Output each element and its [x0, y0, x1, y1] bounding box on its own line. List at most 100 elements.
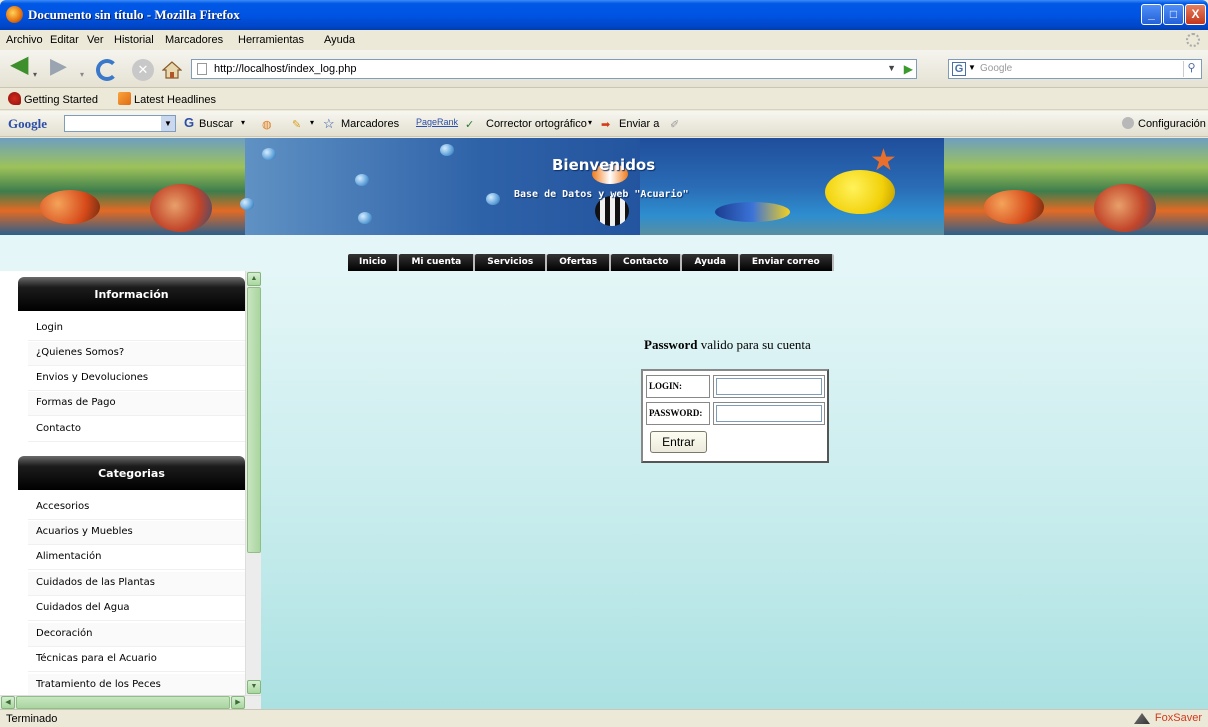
buscar-dropdown-icon[interactable]: ▾: [241, 118, 245, 127]
sidebar-item-tecnicas[interactable]: Técnicas para el Acuario: [28, 648, 245, 672]
menu-editar[interactable]: Editar: [50, 34, 79, 46]
banner-reef-image: ★: [640, 138, 944, 235]
url-dropdown-icon[interactable]: ▼: [887, 63, 896, 73]
banner-left-image: [0, 138, 245, 235]
google-engine-icon[interactable]: G: [952, 62, 966, 76]
sidebar-item-plantas[interactable]: Cuidados de las Plantas: [28, 572, 245, 596]
sidebar-item-alimentacion[interactable]: Alimentación: [28, 546, 245, 570]
google-logo[interactable]: Google: [8, 116, 47, 132]
status-bar: Terminado FoxSaver: [0, 709, 1208, 727]
google-search-input[interactable]: ▼: [64, 115, 176, 132]
password-input[interactable]: [716, 405, 822, 422]
tab-contacto[interactable]: Contacto: [611, 254, 683, 271]
login-label: LOGIN:: [646, 375, 710, 398]
enviar-button[interactable]: Enviar a: [619, 118, 659, 130]
scroll-down-icon[interactable]: ▼: [247, 680, 261, 694]
spellcheck-icon[interactable]: ✓: [465, 118, 474, 131]
engine-dropdown-icon[interactable]: ▼: [968, 63, 976, 72]
scrollbar-thumb[interactable]: [16, 696, 230, 709]
sidebar-vertical-scrollbar[interactable]: ▲ ▼: [245, 271, 261, 695]
sidebar: Información Login ¿Quienes Somos? Envios…: [0, 271, 245, 695]
minimize-button[interactable]: _: [1141, 4, 1162, 25]
popup-blocker-icon[interactable]: ◍: [262, 118, 272, 131]
page-content: ★ Bienvenidos Base de Datos y web "Acuar…: [0, 138, 1208, 709]
tab-ofertas[interactable]: Ofertas: [547, 254, 612, 271]
chevron-down-icon[interactable]: ▼: [161, 116, 175, 131]
close-button[interactable]: X: [1185, 4, 1206, 25]
menu-marcadores[interactable]: Marcadores: [165, 34, 223, 46]
google-marcadores-button[interactable]: Marcadores: [341, 118, 399, 130]
tab-mi-cuenta[interactable]: Mi cuenta: [399, 254, 476, 271]
bookmark-getting-started[interactable]: Getting Started: [8, 92, 98, 106]
sidebar-item-envios[interactable]: Envios y Devoluciones: [28, 367, 245, 391]
url-bar[interactable]: http://localhost/index_log.php ▼ ▶: [191, 59, 917, 79]
search-placeholder[interactable]: Google: [980, 63, 1012, 74]
google-g-icon[interactable]: G: [184, 115, 194, 130]
firefox-leaf-icon: [8, 92, 21, 105]
highlighter-icon[interactable]: ✐: [670, 118, 679, 131]
corrector-dropdown-icon[interactable]: ▾: [588, 118, 592, 127]
autofill-icon[interactable]: ✎: [292, 118, 301, 131]
scroll-left-icon[interactable]: ◀: [1, 696, 15, 709]
url-text[interactable]: http://localhost/index_log.php: [214, 63, 357, 75]
pagerank-indicator[interactable]: PageRank: [416, 117, 458, 127]
search-icon[interactable]: ⚲: [1183, 61, 1199, 77]
entrar-button[interactable]: Entrar: [650, 431, 707, 453]
go-icon[interactable]: ▶: [904, 62, 913, 76]
window-titlebar: Documento sin título - Mozilla Firefox _…: [0, 0, 1208, 30]
configuracion-button[interactable]: Configuración: [1138, 118, 1206, 130]
scroll-right-icon[interactable]: ▶: [231, 696, 245, 709]
bookmarks-toolbar: Getting Started Latest Headlines: [0, 88, 1208, 110]
scroll-up-icon[interactable]: ▲: [247, 272, 261, 286]
tab-enviar-correo[interactable]: Enviar correo: [739, 254, 834, 271]
login-input[interactable]: [716, 378, 822, 395]
banner-title: Bienvenidos: [552, 156, 656, 174]
home-icon[interactable]: [161, 61, 183, 79]
bookmark-label: Latest Headlines: [134, 94, 216, 106]
tab-inicio[interactable]: Inicio: [348, 254, 400, 271]
menu-ver[interactable]: Ver: [87, 34, 104, 46]
forward-history-dropdown-icon[interactable]: ▾: [80, 64, 84, 86]
sidebar-frame: Información Login ¿Quienes Somos? Envios…: [0, 271, 261, 709]
menu-herramientas[interactable]: Herramientas: [238, 34, 304, 46]
stop-icon[interactable]: ✕: [132, 59, 154, 81]
sidebar-item-login[interactable]: Login: [28, 317, 245, 341]
bookmark-latest-headlines[interactable]: Latest Headlines: [118, 92, 216, 106]
banner: ★ Bienvenidos Base de Datos y web "Acuar…: [0, 138, 1208, 235]
sidebar-item-accesorios[interactable]: Accesorios: [28, 496, 245, 520]
star-icon[interactable]: ☆: [323, 116, 335, 132]
sidebar-item-formas-pago[interactable]: Formas de Pago: [28, 392, 245, 416]
categorias-header: Categorias: [18, 456, 245, 490]
sidebar-item-acuarios[interactable]: Acuarios y Muebles: [28, 521, 245, 545]
sidebar-item-contacto[interactable]: Contacto: [28, 418, 245, 442]
settings-icon[interactable]: [1122, 117, 1134, 129]
google-buscar-button[interactable]: Buscar: [199, 118, 233, 130]
scrollbar-thumb[interactable]: [247, 287, 261, 553]
sidebar-item-tratamiento[interactable]: Tratamiento de los Peces: [28, 674, 245, 695]
foxsaver-icon[interactable]: [1134, 713, 1150, 724]
forward-button[interactable]: ▶: [50, 55, 67, 77]
window-title: Documento sin título - Mozilla Firefox: [28, 7, 240, 22]
navigation-toolbar: ◀ ▾ ▶ ▾ ✕ http://localhost/index_log.php…: [0, 50, 1208, 88]
sidebar-item-quienes-somos[interactable]: ¿Quienes Somos?: [28, 342, 245, 366]
back-history-dropdown-icon[interactable]: ▾: [33, 64, 37, 86]
sidebar-horizontal-scrollbar[interactable]: ◀ ▶: [0, 695, 261, 709]
search-bar[interactable]: G ▼ Google ⚲: [948, 59, 1202, 79]
tab-servicios[interactable]: Servicios: [475, 254, 548, 271]
foxsaver-label[interactable]: FoxSaver: [1155, 712, 1202, 724]
menu-ayuda[interactable]: Ayuda: [324, 34, 355, 46]
tab-ayuda[interactable]: Ayuda: [682, 254, 740, 271]
maximize-button[interactable]: □: [1163, 4, 1184, 25]
corrector-button[interactable]: Corrector ortográfico: [486, 118, 587, 130]
reload-icon[interactable]: [96, 59, 118, 81]
menu-historial[interactable]: Historial: [114, 34, 154, 46]
send-to-icon[interactable]: ➡: [601, 118, 610, 131]
banner-right-image: [944, 138, 1208, 235]
sidebar-item-agua[interactable]: Cuidados del Agua: [28, 597, 245, 621]
info-header: Información: [18, 277, 245, 311]
back-button[interactable]: ◀: [10, 53, 28, 77]
rss-icon: [118, 92, 131, 105]
autofill-dropdown-icon[interactable]: ▾: [310, 118, 314, 127]
sidebar-item-decoracion[interactable]: Decoración: [28, 623, 245, 647]
menu-archivo[interactable]: Archivo: [6, 34, 43, 46]
